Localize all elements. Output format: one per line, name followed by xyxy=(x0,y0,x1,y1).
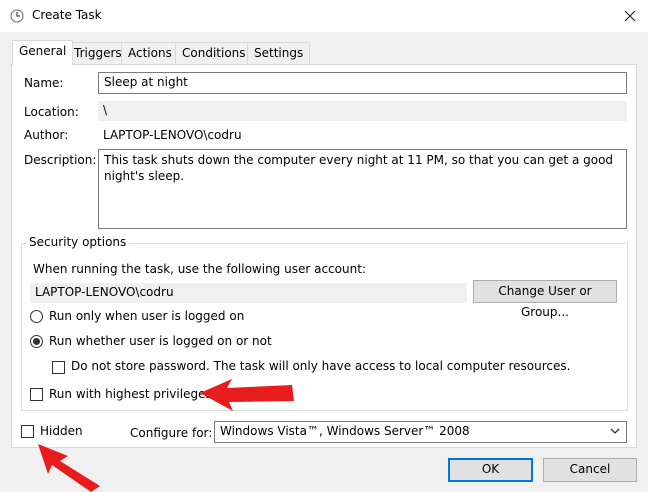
close-icon xyxy=(624,10,636,22)
security-options-title: Security options xyxy=(26,235,129,249)
task-scheduler-icon xyxy=(10,9,24,23)
configure-for-select[interactable]: Windows Vista™, Windows Server™ 2008 xyxy=(214,421,627,443)
configure-for-value: Windows Vista™, Windows Server™ 2008 xyxy=(220,424,470,438)
close-button[interactable] xyxy=(618,6,642,26)
tab-general[interactable]: General xyxy=(12,40,73,65)
configure-for-label: Configure for: xyxy=(130,426,212,440)
highest-privileges-checkbox[interactable] xyxy=(30,388,43,401)
location-value: \ xyxy=(98,101,627,121)
tab-conditions[interactable]: Conditions xyxy=(175,42,253,64)
highest-privileges-label: Run with highest privileges xyxy=(49,387,212,401)
chevron-down-icon xyxy=(609,425,621,437)
do-not-store-password-label: Do not store password. The task will onl… xyxy=(71,359,570,373)
location-label: Location: xyxy=(24,105,79,119)
title-bar: Create Task xyxy=(0,0,648,32)
tab-actions[interactable]: Actions xyxy=(121,42,179,64)
tab-triggers[interactable]: Triggers xyxy=(67,42,129,64)
account-value: LAPTOP-LENOVO\codru xyxy=(30,283,467,303)
red-arrow-icon-hidden xyxy=(38,444,100,492)
hidden-checkbox[interactable] xyxy=(21,425,34,438)
do-not-store-password-checkbox[interactable] xyxy=(52,361,65,374)
name-input[interactable]: Sleep at night xyxy=(98,72,627,94)
name-label: Name: xyxy=(24,76,63,90)
window-title: Create Task xyxy=(32,8,102,22)
author-value: LAPTOP-LENOVO\codru xyxy=(103,128,242,142)
ok-button[interactable]: OK xyxy=(448,458,533,482)
tab-settings[interactable]: Settings xyxy=(247,42,310,64)
author-label: Author: xyxy=(24,128,68,142)
run-whether-logged-on-label: Run whether user is logged on or not xyxy=(49,334,272,348)
account-prompt: When running the task, use the following… xyxy=(33,262,366,276)
run-only-logged-on-radio[interactable] xyxy=(30,310,43,323)
run-whether-logged-on-radio[interactable] xyxy=(30,335,43,348)
cancel-button[interactable]: Cancel xyxy=(543,458,637,482)
hidden-label: Hidden xyxy=(40,424,83,438)
run-only-logged-on-label: Run only when user is logged on xyxy=(49,309,244,323)
description-label: Description: xyxy=(24,153,96,167)
change-user-button[interactable]: Change User or Group... xyxy=(473,280,617,303)
description-input[interactable]: This task shuts down the computer every … xyxy=(98,149,627,229)
